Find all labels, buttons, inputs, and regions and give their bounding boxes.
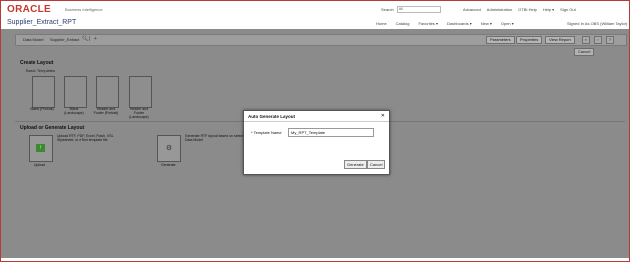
- search-icon[interactable]: 🔍︎: [82, 36, 88, 42]
- sign-out-link[interactable]: Sign Out: [560, 7, 576, 12]
- nav-favorites[interactable]: Favorites ▾: [418, 21, 438, 26]
- generate-description: Generate RTF layout based on selected Da…: [185, 134, 248, 143]
- search-scope-select[interactable]: All: [396, 6, 441, 13]
- create-layout-heading: Create Layout: [20, 60, 54, 66]
- nav-home[interactable]: Home: [376, 21, 387, 26]
- template-blank-landscape[interactable]: [64, 76, 87, 108]
- save-as-icon[interactable]: ▫: [594, 36, 602, 44]
- upload-description: Upload RTF, PDF, Excel, Flash, XSL Style…: [57, 134, 114, 143]
- product-name: Business Intelligence: [65, 7, 103, 12]
- upload-label: Upload: [34, 163, 46, 167]
- template-header-footer-landscape[interactable]: [129, 76, 152, 108]
- nav-open[interactable]: Open ▾: [501, 21, 514, 26]
- add-icon[interactable]: +: [94, 36, 97, 42]
- search-label: Search: [381, 7, 394, 12]
- upload-tile[interactable]: ↑: [29, 135, 53, 162]
- template-name-input[interactable]: My_RPT_Template: [288, 128, 374, 137]
- template-header-footer-portrait[interactable]: [96, 76, 119, 108]
- administration-link[interactable]: Administration: [487, 7, 512, 12]
- template-blank-portrait[interactable]: [32, 76, 55, 108]
- signed-in-user[interactable]: Signed In As OBS (William Taylor): [567, 21, 627, 26]
- template-label: Header and Footer (Portrait): [93, 107, 119, 115]
- separator-icon: |: [89, 36, 91, 42]
- template-label: Blank (Portrait): [30, 107, 54, 111]
- help-icon[interactable]: ?: [606, 36, 614, 44]
- top-links: Advanced Administration OTBI Help Help ▾…: [463, 7, 576, 12]
- top-bar: ORACLE Business Intelligence Search All …: [1, 1, 629, 18]
- dialog-title: Auto Generate Layout: [248, 114, 296, 119]
- view-report-button[interactable]: View Report: [545, 36, 575, 44]
- data-model-name[interactable]: Supplier_Extract: [50, 37, 79, 42]
- nav-new[interactable]: New ▾: [481, 21, 492, 26]
- global-nav: Home Catalog Favorites ▾ Dashboards ▾ Ne…: [376, 21, 514, 26]
- search-area: Search All: [381, 6, 441, 13]
- data-model-label: Data Model: [23, 37, 44, 42]
- upload-arrow-icon: ↑: [36, 144, 45, 152]
- help-menu[interactable]: Help ▾: [543, 7, 554, 12]
- nav-dashboards[interactable]: Dashboards ▾: [447, 21, 472, 26]
- save-icon[interactable]: ▪: [582, 36, 590, 44]
- generate-button[interactable]: Generate: [344, 160, 367, 169]
- upload-generate-heading: Upload or Generate Layout: [20, 125, 85, 131]
- close-icon[interactable]: ✕: [381, 113, 385, 119]
- template-label: Blank (Landscape): [64, 107, 84, 115]
- editor-toolbar: Data Model Supplier_Extract 🔍︎ | + Param…: [15, 34, 627, 46]
- page-title: Supplier_Extract_RPT: [7, 19, 77, 26]
- otbi-help-link[interactable]: OTBI Help: [518, 7, 537, 12]
- parameters-button[interactable]: Parameters: [486, 36, 515, 44]
- dialog-header: Auto Generate Layout ✕: [244, 111, 389, 122]
- generate-tile[interactable]: ⚙︎: [157, 135, 181, 162]
- advanced-link[interactable]: Advanced: [463, 7, 481, 12]
- cancel-editor-button[interactable]: Cancel: [574, 48, 595, 56]
- template-label: Header and Footer (Landscape): [129, 107, 149, 119]
- template-name-label: * Template Name: [251, 130, 282, 135]
- generate-icon: ⚙︎: [165, 145, 173, 152]
- auto-generate-layout-dialog: Auto Generate Layout ✕ * Template Name M…: [243, 110, 390, 175]
- properties-button[interactable]: Properties: [516, 36, 543, 44]
- basic-templates-label: Basic Templates: [26, 68, 56, 73]
- dialog-cancel-button[interactable]: Cancel: [367, 160, 386, 169]
- oracle-logo: ORACLE: [7, 4, 52, 15]
- generate-label: Generate: [161, 163, 176, 167]
- nav-catalog[interactable]: Catalog: [396, 21, 410, 26]
